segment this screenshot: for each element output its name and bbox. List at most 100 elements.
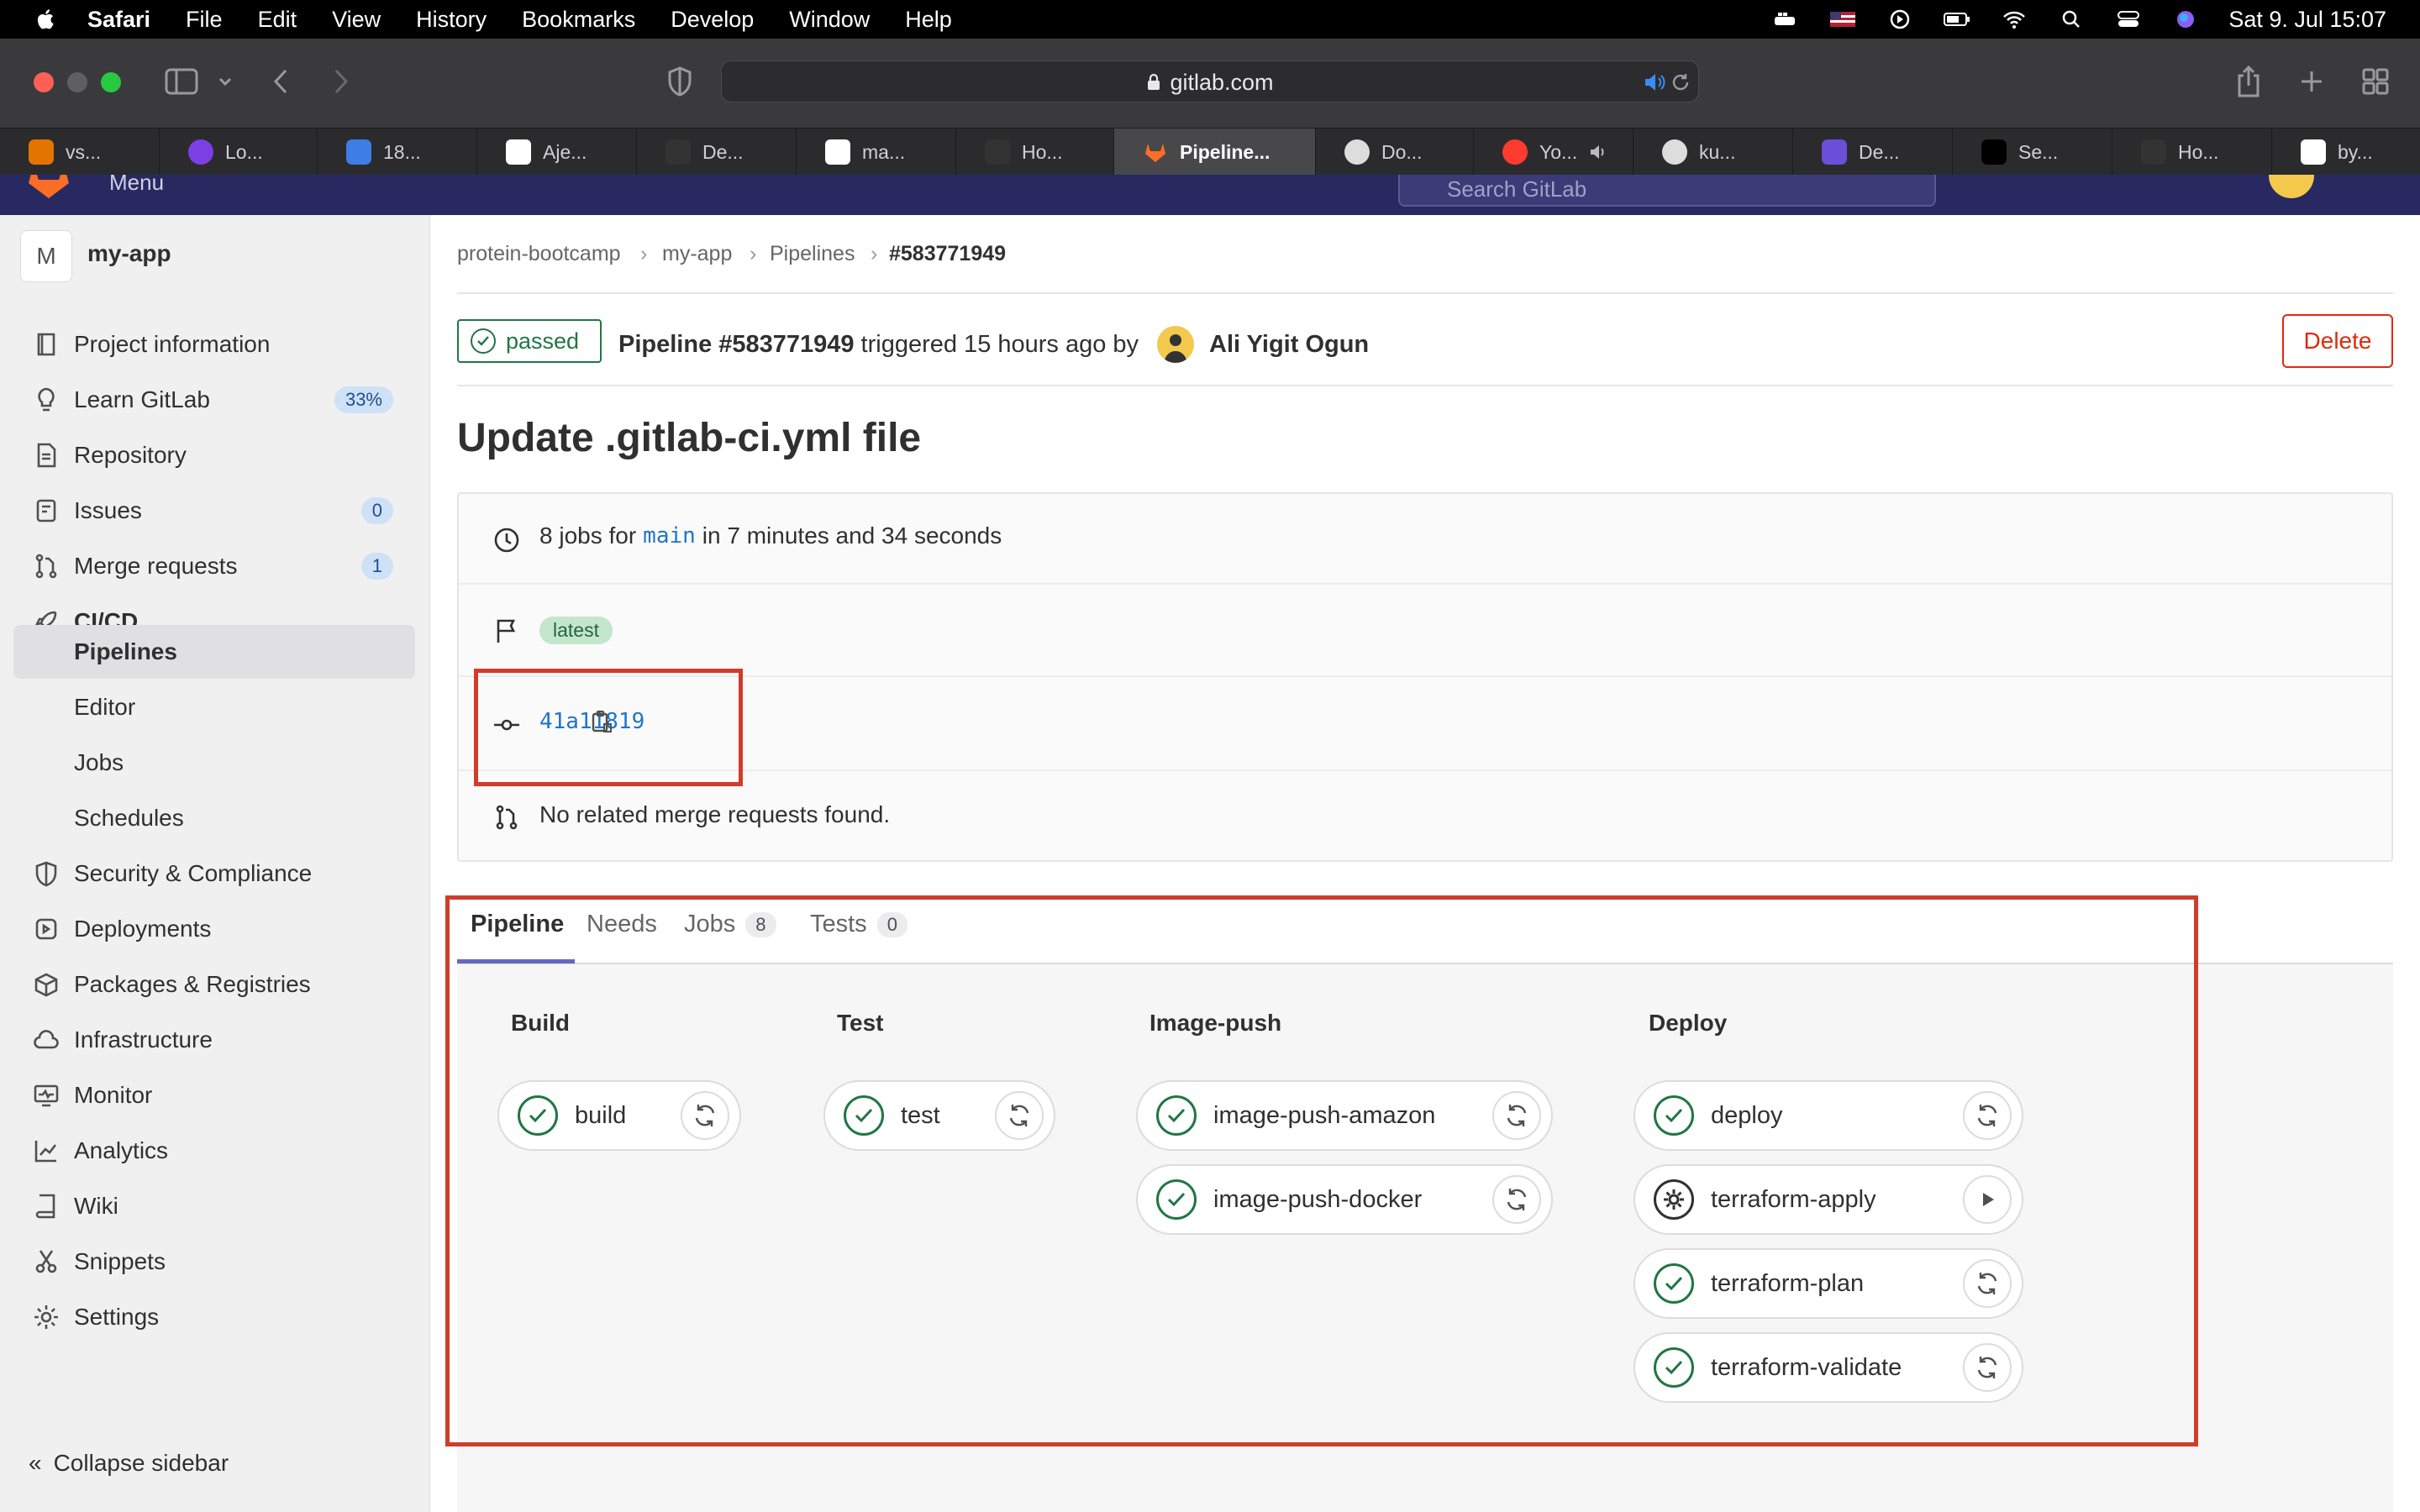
breadcrumb-pipelines[interactable]: Pipelines xyxy=(770,242,855,266)
branch-link[interactable]: main xyxy=(643,523,696,549)
pipeline-summary: Pipeline #583771949 triggered 15 hours a… xyxy=(618,326,1369,363)
sidebar-item-analytics[interactable]: Analytics xyxy=(13,1124,415,1178)
project-avatar[interactable]: M xyxy=(20,230,72,282)
user-avatar[interactable] xyxy=(1157,326,1195,363)
info-icon xyxy=(37,333,55,356)
pipeline-info-panel: 8 jobs for main in 7 minutes and 34 seco… xyxy=(457,492,2393,862)
user-name-link[interactable]: Ali Yigit Ogun xyxy=(1209,331,1369,359)
gitlab-search-input[interactable]: Search GitLab xyxy=(1398,175,1936,207)
play-circle-icon[interactable] xyxy=(1886,8,1914,30)
project-name[interactable]: my-app xyxy=(87,240,171,267)
sidebar-subitem-jobs[interactable]: Jobs xyxy=(13,736,415,790)
docker-icon[interactable] xyxy=(1771,8,1800,30)
speaker-icon[interactable] xyxy=(1589,143,1609,161)
tab-favicon-icon xyxy=(1344,139,1370,165)
menubar-clock[interactable]: Sat 9. Jul 15:07 xyxy=(2228,7,2386,33)
gitlab-logo-icon[interactable] xyxy=(25,175,72,200)
reload-icon[interactable] xyxy=(1670,71,1691,93)
menu-help[interactable]: Help xyxy=(905,7,952,33)
sidebar-subitem-editor[interactable]: Editor xyxy=(13,680,415,734)
tab-favicon-icon xyxy=(1662,139,1687,165)
address-bar[interactable]: gitlab.com xyxy=(721,60,1699,102)
status-badge[interactable]: passed xyxy=(457,319,602,363)
menu-edit[interactable]: Edit xyxy=(258,7,297,33)
tab-favicon-icon xyxy=(1822,139,1847,165)
sidebar-item-infrastructure[interactable]: Infrastructure xyxy=(13,1013,415,1067)
browser-tab[interactable]: by... xyxy=(2272,129,2420,176)
menu-safari[interactable]: Safari xyxy=(87,7,150,33)
browser-tab[interactable]: 18... xyxy=(318,129,477,176)
menu-window[interactable]: Window xyxy=(789,7,870,33)
check-circle-icon xyxy=(471,328,496,354)
chevron-down-icon[interactable] xyxy=(217,74,234,89)
browser-tab[interactable]: ku... xyxy=(1634,129,1793,176)
wifi-icon[interactable] xyxy=(2000,8,2028,30)
sidebar-subitem-pipelines[interactable]: Pipelines xyxy=(13,625,415,679)
commit-highlight-box xyxy=(474,669,743,786)
forward-arrow-icon[interactable] xyxy=(331,67,351,96)
sidebar-item-wiki[interactable]: Wiki xyxy=(13,1179,415,1233)
browser-tab[interactable]: Se... xyxy=(1953,129,2112,176)
browser-tab[interactable]: Aje... xyxy=(477,129,637,176)
jobs-count-text: 8 jobs for xyxy=(539,522,637,549)
sidebar-item-project-information[interactable]: Project information xyxy=(13,318,415,371)
window-close-button[interactable] xyxy=(34,72,54,92)
sidebar-item-deployments[interactable]: Deployments xyxy=(13,902,415,956)
battery-icon[interactable] xyxy=(1943,8,1971,30)
browser-tab[interactable]: Do... xyxy=(1316,129,1474,176)
sidebar-item-snippets[interactable]: Snippets xyxy=(13,1235,415,1289)
control-center-icon[interactable] xyxy=(2114,8,2143,30)
spotlight-search-icon[interactable] xyxy=(2057,8,2086,30)
privacy-shield-icon[interactable] xyxy=(666,66,694,97)
menu-bookmarks[interactable]: Bookmarks xyxy=(522,7,635,33)
merge-icon xyxy=(35,554,57,579)
flag-us-icon[interactable] xyxy=(1828,8,1857,30)
sidebar-toggle-icon[interactable] xyxy=(165,67,198,96)
sidebar-item-issues[interactable]: Issues 0 xyxy=(13,484,415,538)
menu-develop[interactable]: Develop xyxy=(671,7,754,33)
delete-button[interactable]: Delete xyxy=(2282,314,2393,368)
sidebar-item-label: Packages & Registries xyxy=(74,971,311,997)
breadcrumb-current[interactable]: #583771949 xyxy=(889,242,1006,266)
menu-view[interactable]: View xyxy=(332,7,381,33)
scissors-icon xyxy=(35,1250,57,1273)
browser-tab[interactable]: De... xyxy=(637,129,797,176)
collapse-sidebar-button[interactable]: « Collapse sidebar xyxy=(29,1450,229,1477)
menu-button[interactable]: Menu xyxy=(109,175,164,196)
merge-request-text: No related merge requests found. xyxy=(539,801,891,827)
tab-overview-icon[interactable] xyxy=(2361,67,2390,96)
browser-tab[interactable]: vs... xyxy=(0,129,160,176)
sidebar-item-repository[interactable]: Repository xyxy=(13,428,415,482)
browser-tab[interactable]: Yo... xyxy=(1474,129,1634,176)
share-icon[interactable] xyxy=(2235,64,2262,99)
trigger-text: triggered 15 hours ago by xyxy=(860,330,1139,358)
sidebar-item-security-compliance[interactable]: Security & Compliance xyxy=(13,847,415,900)
breadcrumb-group[interactable]: protein-bootcamp xyxy=(457,242,621,266)
breadcrumb-project[interactable]: my-app xyxy=(662,242,732,266)
browser-tab[interactable]: ma... xyxy=(797,129,956,176)
sidebar-item-packages-registries[interactable]: Packages & Registries xyxy=(13,958,415,1011)
speaker-icon[interactable] xyxy=(1643,71,1666,93)
browser-tab[interactable]: Ho... xyxy=(2112,129,2272,176)
window-zoom-button[interactable] xyxy=(101,72,121,92)
sidebar-item-settings[interactable]: Settings xyxy=(13,1290,415,1344)
menu-file[interactable]: File xyxy=(186,7,223,33)
browser-tab[interactable]: Lo... xyxy=(160,129,318,176)
apple-icon[interactable] xyxy=(34,7,59,32)
browser-tab[interactable]: Ho... xyxy=(956,129,1114,176)
sidebar-item-monitor[interactable]: Monitor xyxy=(13,1068,415,1122)
browser-tab[interactable]: De... xyxy=(1793,129,1953,176)
sidebar-subitem-schedules[interactable]: Schedules xyxy=(13,791,415,845)
back-arrow-icon[interactable] xyxy=(271,67,291,96)
sidebar-item-learn-gitlab[interactable]: Learn GitLab 33% xyxy=(13,373,415,427)
sidebar-item-merge-requests[interactable]: Merge requests 1 xyxy=(13,539,415,593)
sidebar-item-label: Learn GitLab xyxy=(74,386,210,412)
user-avatar[interactable] xyxy=(2269,175,2314,198)
chart-icon xyxy=(34,1141,57,1163)
collapse-label: Collapse sidebar xyxy=(53,1450,229,1476)
window-minimize-button[interactable] xyxy=(67,72,87,92)
new-tab-plus-icon[interactable] xyxy=(2299,69,2324,94)
browser-tab-active[interactable]: Pipeline... xyxy=(1114,129,1316,176)
menu-history[interactable]: History xyxy=(416,7,487,33)
siri-icon[interactable] xyxy=(2171,8,2200,30)
